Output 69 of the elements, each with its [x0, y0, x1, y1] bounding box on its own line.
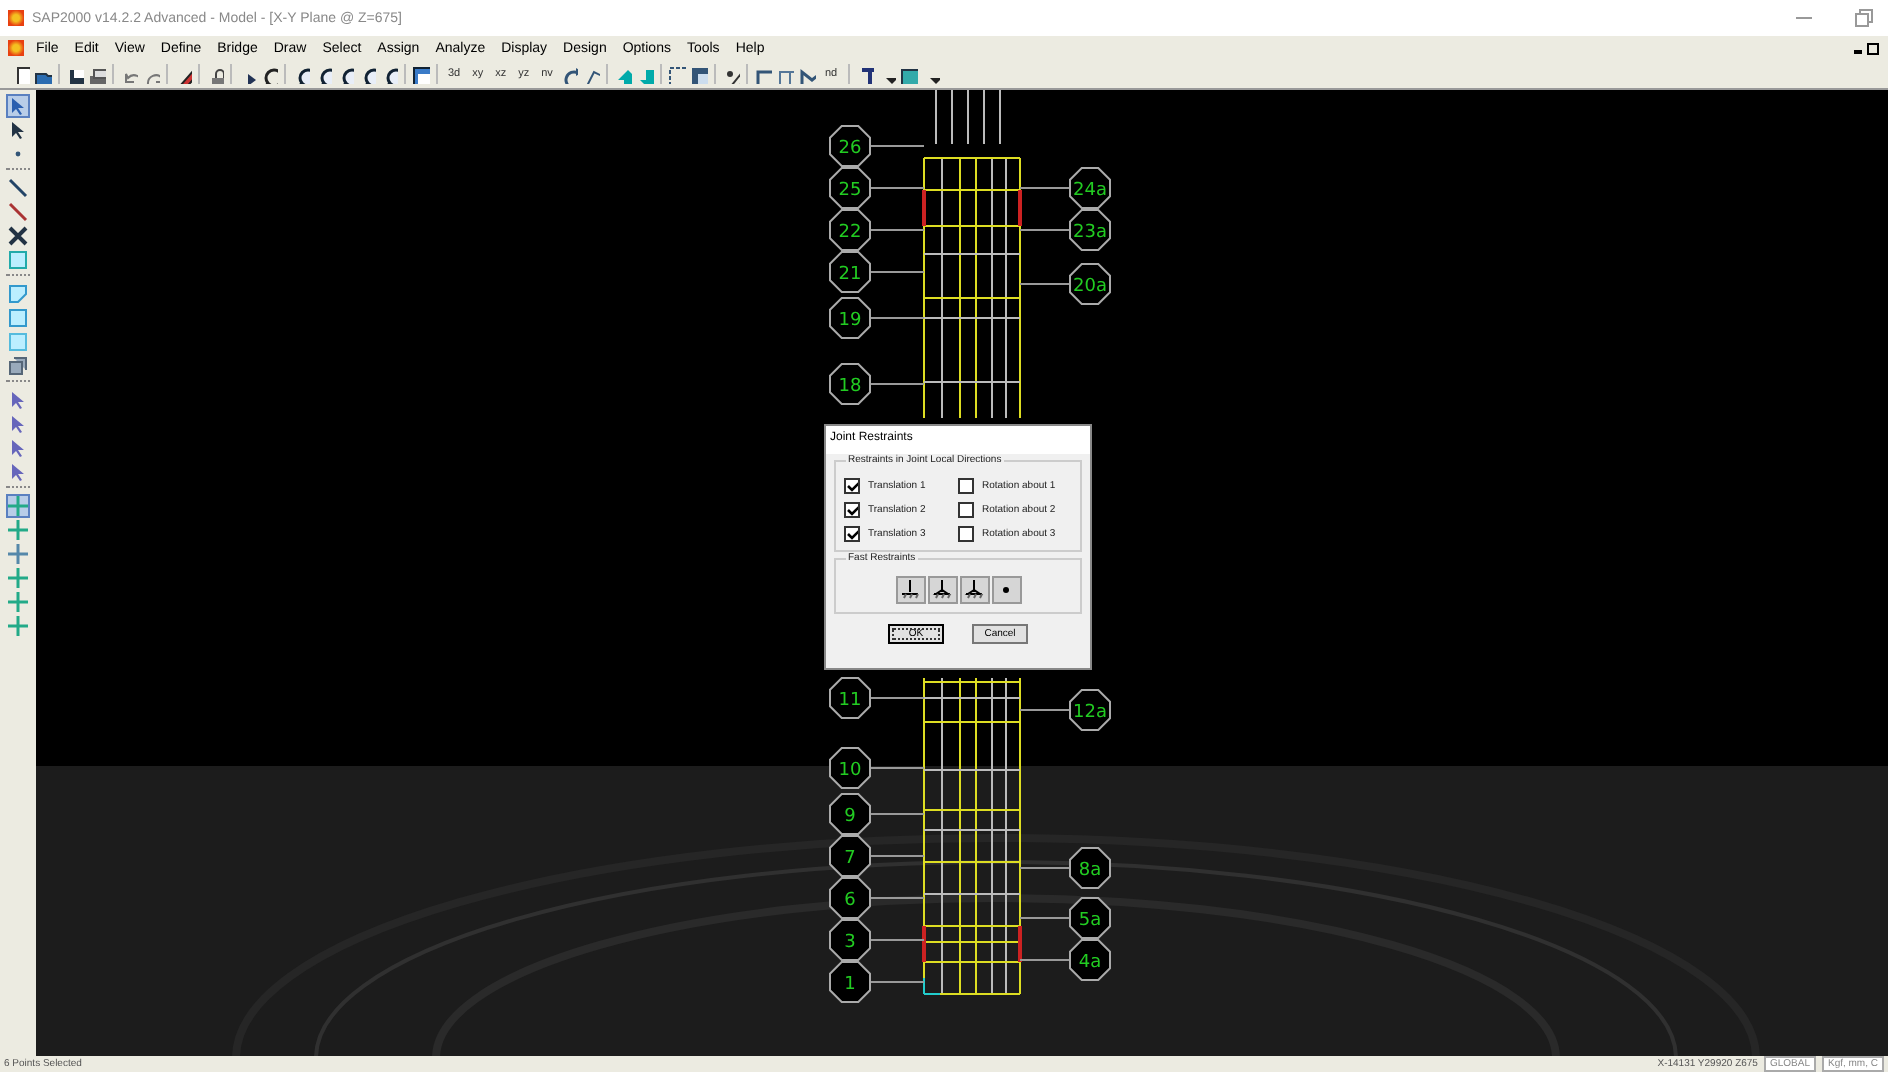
checkbox[interactable] [844, 526, 860, 542]
checkbox[interactable] [844, 502, 860, 518]
leader-line [1019, 867, 1071, 869]
lock-icon[interactable] [206, 65, 224, 83]
leader-line [869, 855, 925, 857]
roller-support-icon [964, 580, 984, 600]
grid-bubble: 18 [829, 363, 871, 405]
pin-support-button[interactable] [927, 576, 957, 604]
frame-section-icon[interactable] [754, 65, 773, 83]
checkbox[interactable] [958, 526, 974, 542]
leader-line [869, 229, 925, 231]
grid-bubble: 22 [829, 209, 871, 251]
frame-section-icon[interactable] [776, 65, 795, 83]
frame-lines-drawing [935, 90, 1001, 145]
grid-bubble: 25 [829, 167, 871, 209]
grid-bubble: 12a [1069, 689, 1111, 731]
grid-bubble: 20a [1069, 263, 1111, 305]
new-file-icon[interactable] [12, 65, 30, 83]
pin-support-icon [932, 580, 952, 600]
leader-line [869, 897, 925, 899]
save-icon[interactable] [66, 65, 84, 83]
leader-line [869, 697, 925, 699]
perspective-icon[interactable] [582, 65, 601, 83]
leader-line [869, 383, 925, 385]
cube-icon[interactable] [8, 356, 28, 376]
leader-line [869, 981, 925, 983]
grid-bubble: 11 [829, 677, 871, 719]
leader-line [869, 317, 925, 319]
grid-bubble: 10 [829, 747, 871, 789]
leader-line [869, 939, 925, 941]
leader-line [869, 813, 925, 815]
leader-line [869, 271, 925, 273]
checkbox[interactable] [844, 478, 860, 494]
leader-line [869, 187, 925, 189]
rotate-icon[interactable] [560, 65, 579, 83]
checkbox[interactable] [958, 502, 974, 518]
restore-icon[interactable] [1852, 40, 1880, 56]
shape-icon[interactable] [8, 284, 28, 304]
pointer-icon[interactable] [8, 120, 28, 140]
leader-line [1019, 959, 1071, 961]
monitor-icon[interactable] [899, 65, 918, 83]
leader-line [869, 767, 925, 769]
fixed-support-button[interactable] [895, 576, 925, 604]
frame-section-icon[interactable] [798, 65, 817, 83]
grid-bubble: 24a [1069, 167, 1111, 209]
fraction-icon[interactable] [722, 65, 741, 83]
cross-icon[interactable] [8, 226, 28, 246]
dot-button[interactable] [991, 576, 1021, 604]
grid-bubble: 21 [829, 251, 871, 293]
frame-icon[interactable] [690, 65, 709, 83]
model-canvas[interactable] [36, 90, 1888, 1056]
fixed-support-icon [900, 580, 920, 600]
leader-line [1019, 917, 1071, 919]
leader-line [1019, 709, 1071, 711]
snap-icon[interactable] [8, 544, 28, 564]
line-icon[interactable] [8, 202, 28, 222]
grid-icon[interactable] [668, 65, 687, 83]
leader-line [1019, 229, 1071, 231]
leader-line [869, 145, 925, 147]
leader-line [1019, 283, 1071, 285]
checkbox[interactable] [958, 478, 974, 494]
grid-bubble: 26 [829, 125, 871, 167]
window-icon[interactable] [412, 65, 430, 83]
grid-bubble: 23a [1069, 209, 1111, 251]
leader-line [1019, 187, 1071, 189]
roller-support-button[interactable] [959, 576, 989, 604]
grid-bubble: 19 [829, 297, 871, 339]
square-icon[interactable] [8, 308, 28, 328]
line-icon[interactable] [8, 178, 28, 198]
